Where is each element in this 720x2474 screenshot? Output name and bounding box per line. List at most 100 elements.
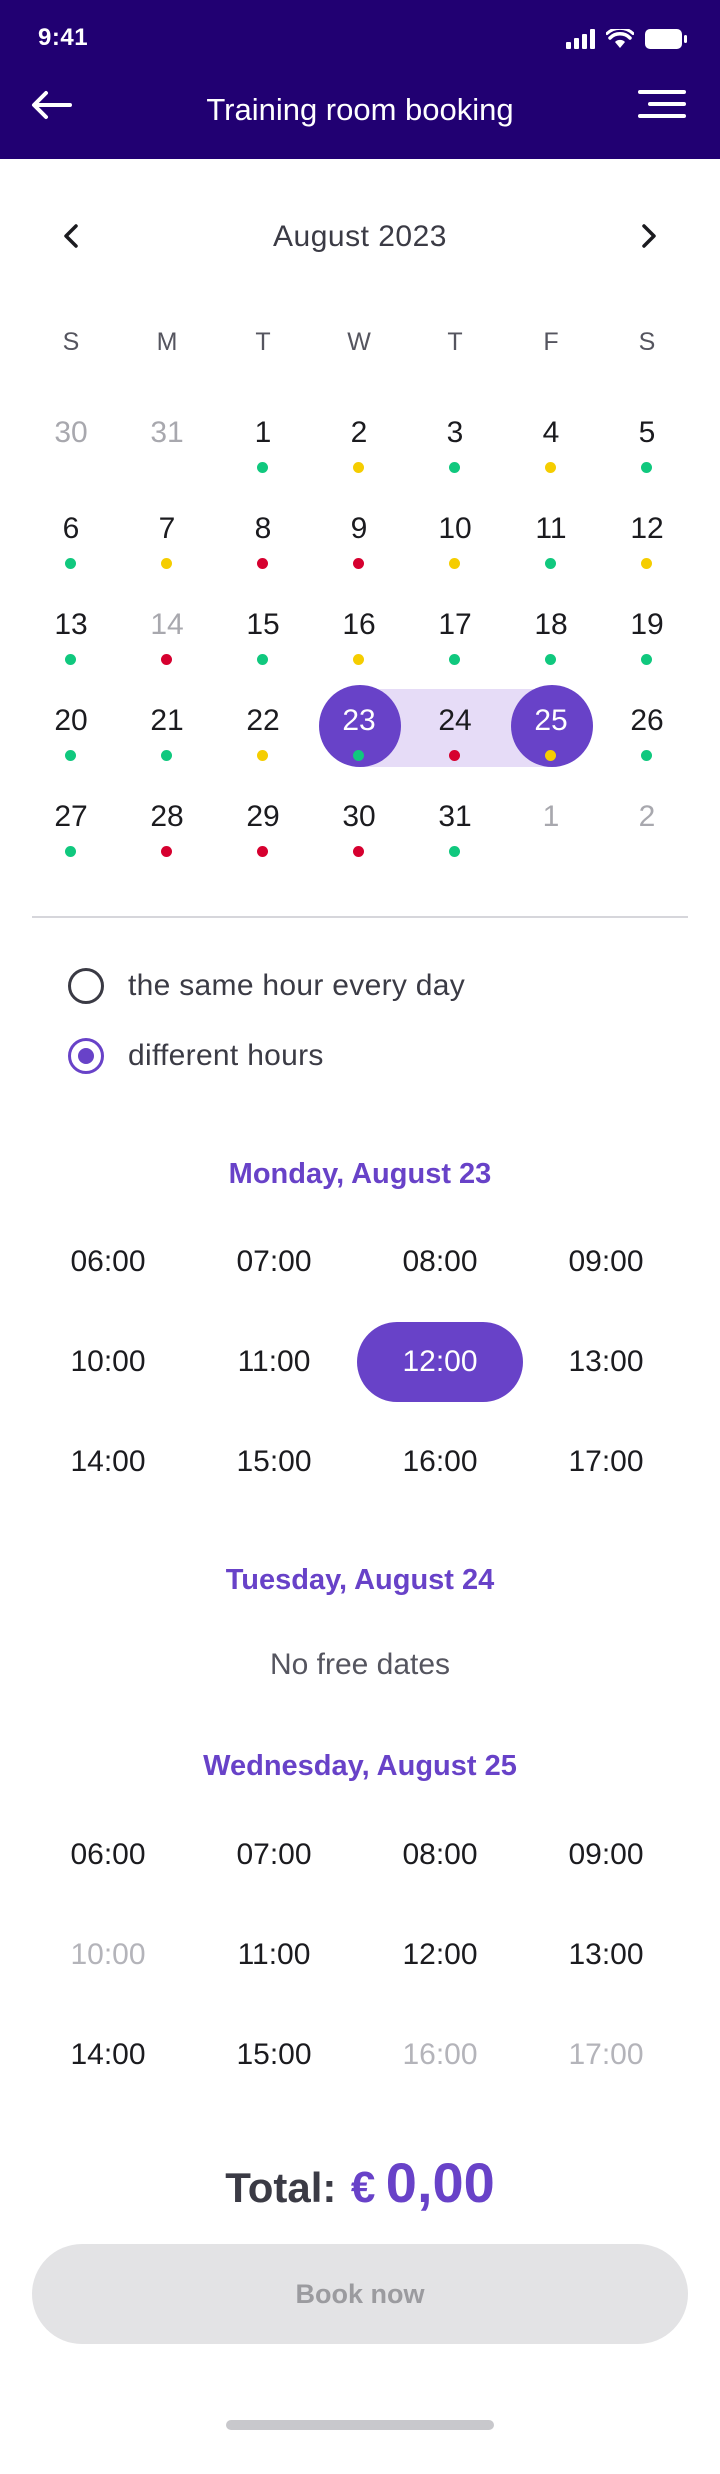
calendar-day[interactable]: 27 <box>23 774 119 870</box>
availability-dot-yellow <box>641 558 652 569</box>
time-slot[interactable]: 12:00 <box>357 1915 523 1995</box>
option-same-hour[interactable]: the same hour every day <box>68 964 465 1008</box>
availability-dot-yellow <box>353 462 364 473</box>
next-month-button[interactable] <box>626 212 670 260</box>
calendar-day[interactable]: 10 <box>407 486 503 582</box>
calendar-day-number: 11 <box>535 512 567 545</box>
calendar-day-number: 31 <box>150 416 184 449</box>
calendar-day[interactable]: 9 <box>311 486 407 582</box>
battery-icon <box>645 29 687 49</box>
calendar-day[interactable]: 8 <box>215 486 311 582</box>
calendar-day-number: 12 <box>630 512 664 545</box>
calendar-day[interactable]: 11 <box>503 486 599 582</box>
time-slot[interactable]: 15:00 <box>191 2015 357 2095</box>
availability-dot-red <box>353 846 364 857</box>
availability-dot-yellow <box>353 654 364 665</box>
total-currency: € <box>350 2163 376 2212</box>
time-slot-unavailable: 10:00 <box>70 1938 146 1971</box>
time-slot[interactable]: 11:00 <box>191 1915 357 1995</box>
time-slot[interactable]: 13:00 <box>523 1322 689 1402</box>
book-now-button[interactable]: Book now <box>32 2244 688 2344</box>
time-slot[interactable]: 14:00 <box>25 2015 191 2095</box>
availability-dot-yellow <box>545 462 556 473</box>
calendar-day[interactable]: 28 <box>119 774 215 870</box>
radio-different-hours[interactable] <box>68 1038 104 1074</box>
time-slot[interactable]: 14:00 <box>25 1422 191 1502</box>
option-same-hour-label: the same hour every day <box>128 969 466 1002</box>
calendar-day[interactable]: 18 <box>503 582 599 678</box>
weekday-header: T <box>447 328 463 356</box>
time-slot[interactable]: 08:00 <box>357 1222 523 1302</box>
menu-button[interactable] <box>636 88 696 138</box>
calendar-day[interactable]: 30 <box>311 774 407 870</box>
total-value: 0,00 <box>385 2151 495 2214</box>
calendar-day[interactable]: 16 <box>311 582 407 678</box>
calendar-day[interactable]: 15 <box>215 582 311 678</box>
availability-dot-red <box>353 558 364 569</box>
no-free-dates-text: No free dates <box>269 1648 451 1681</box>
calendar-day[interactable]: 1 <box>215 390 311 486</box>
time-slot[interactable]: 09:00 <box>523 1815 689 1895</box>
calendar-day-number: 2 <box>638 800 656 833</box>
day-heading-monday: Monday, August 23 <box>228 1158 492 1190</box>
time-slot[interactable]: 17:00 <box>523 1422 689 1502</box>
time-slot[interactable]: 09:00 <box>523 1222 689 1302</box>
calendar-day[interactable]: 12 <box>599 486 695 582</box>
total-summary: Total: € 0,00 <box>0 2150 720 2215</box>
calendar-day[interactable]: 22 <box>215 678 311 774</box>
time-slot[interactable]: 10:00 <box>25 1322 191 1402</box>
weekday-header: W <box>347 328 371 356</box>
time-slot-selected[interactable]: 12:00 <box>357 1322 523 1402</box>
calendar-day-number: 14 <box>150 608 184 641</box>
option-different-hours[interactable]: different hours <box>68 1034 324 1078</box>
calendar-day-number: 13 <box>54 608 88 641</box>
calendar-day[interactable]: 17 <box>407 582 503 678</box>
calendar-day-number: 10 <box>438 512 472 545</box>
calendar-day[interactable]: 7 <box>119 486 215 582</box>
calendar-day[interactable]: 29 <box>215 774 311 870</box>
time-slot[interactable]: 06:00 <box>25 1222 191 1302</box>
radio-same-hour[interactable] <box>68 968 104 1004</box>
time-slot[interactable]: 16:00 <box>357 1422 523 1502</box>
calendar-day[interactable]: 6 <box>23 486 119 582</box>
time-slot[interactable]: 06:00 <box>25 1815 191 1895</box>
menu-icon <box>638 90 686 118</box>
calendar-day[interactable]: 14 <box>119 582 215 678</box>
calendar-day[interactable]: 23 <box>311 678 407 774</box>
signal-icon <box>566 29 595 49</box>
availability-dot-green <box>257 462 268 473</box>
availability-dot-green <box>65 750 76 761</box>
time-slot[interactable]: 13:00 <box>523 1915 689 1995</box>
availability-dot-red <box>257 846 268 857</box>
calendar-day-number: 17 <box>438 608 472 641</box>
calendar-day[interactable]: 26 <box>599 678 695 774</box>
calendar-day[interactable]: 24 <box>407 678 503 774</box>
time-slot[interactable]: 15:00 <box>191 1422 357 1502</box>
calendar-day[interactable]: 25 <box>503 678 599 774</box>
time-slot[interactable]: 07:00 <box>191 1222 357 1302</box>
time-slot[interactable]: 08:00 <box>357 1815 523 1895</box>
calendar-day[interactable]: 2 <box>311 390 407 486</box>
availability-dot-green <box>449 654 460 665</box>
availability-dot-red <box>449 750 460 761</box>
calendar-day[interactable]: 21 <box>119 678 215 774</box>
calendar-day-number: 19 <box>630 608 664 641</box>
status-time: 9:41 <box>38 24 89 51</box>
time-slot[interactable]: 07:00 <box>191 1815 357 1895</box>
weekday-header: F <box>543 328 559 356</box>
calendar-day[interactable]: 19 <box>599 582 695 678</box>
calendar-day[interactable]: 5 <box>599 390 695 486</box>
total-label: Total: <box>225 2164 337 2211</box>
calendar-day[interactable]: 20 <box>23 678 119 774</box>
calendar-day[interactable]: 4 <box>503 390 599 486</box>
calendar-day[interactable]: 3 <box>407 390 503 486</box>
weekday-header: T <box>255 328 271 356</box>
time-slot-unavailable: 17:00 <box>568 2038 644 2071</box>
divider <box>32 916 688 918</box>
calendar-day[interactable]: 13 <box>23 582 119 678</box>
time-slot[interactable]: 11:00 <box>191 1322 357 1402</box>
calendar-day[interactable]: 31 <box>407 774 503 870</box>
calendar-day-number: 1 <box>542 800 560 833</box>
availability-dot-yellow <box>257 750 268 761</box>
calendar-day-number: 3 <box>446 416 464 449</box>
